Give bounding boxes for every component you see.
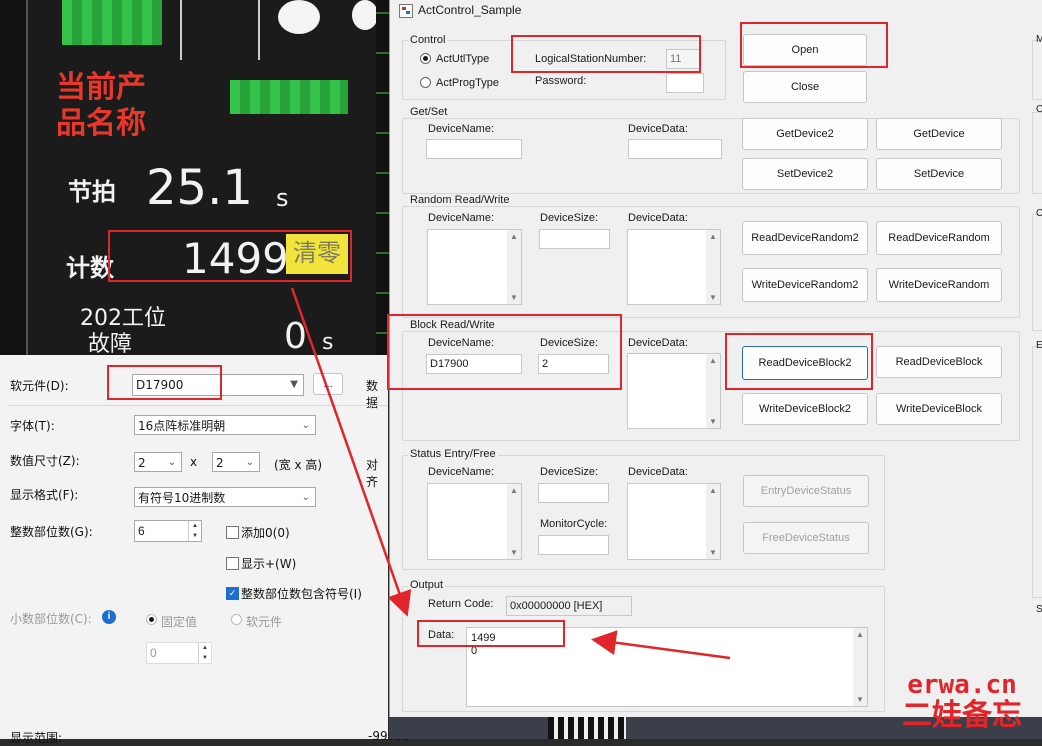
annotation-arrows <box>290 287 731 660</box>
annotation-arrow-to-data <box>591 630 731 660</box>
watermark-text: 二娃备忘 <box>902 698 1022 733</box>
watermark: erwa.cn 二娃备忘 <box>902 671 1022 733</box>
annotation-arrow-count-to-data <box>290 287 412 617</box>
watermark-domain: erwa.cn <box>907 670 1017 700</box>
